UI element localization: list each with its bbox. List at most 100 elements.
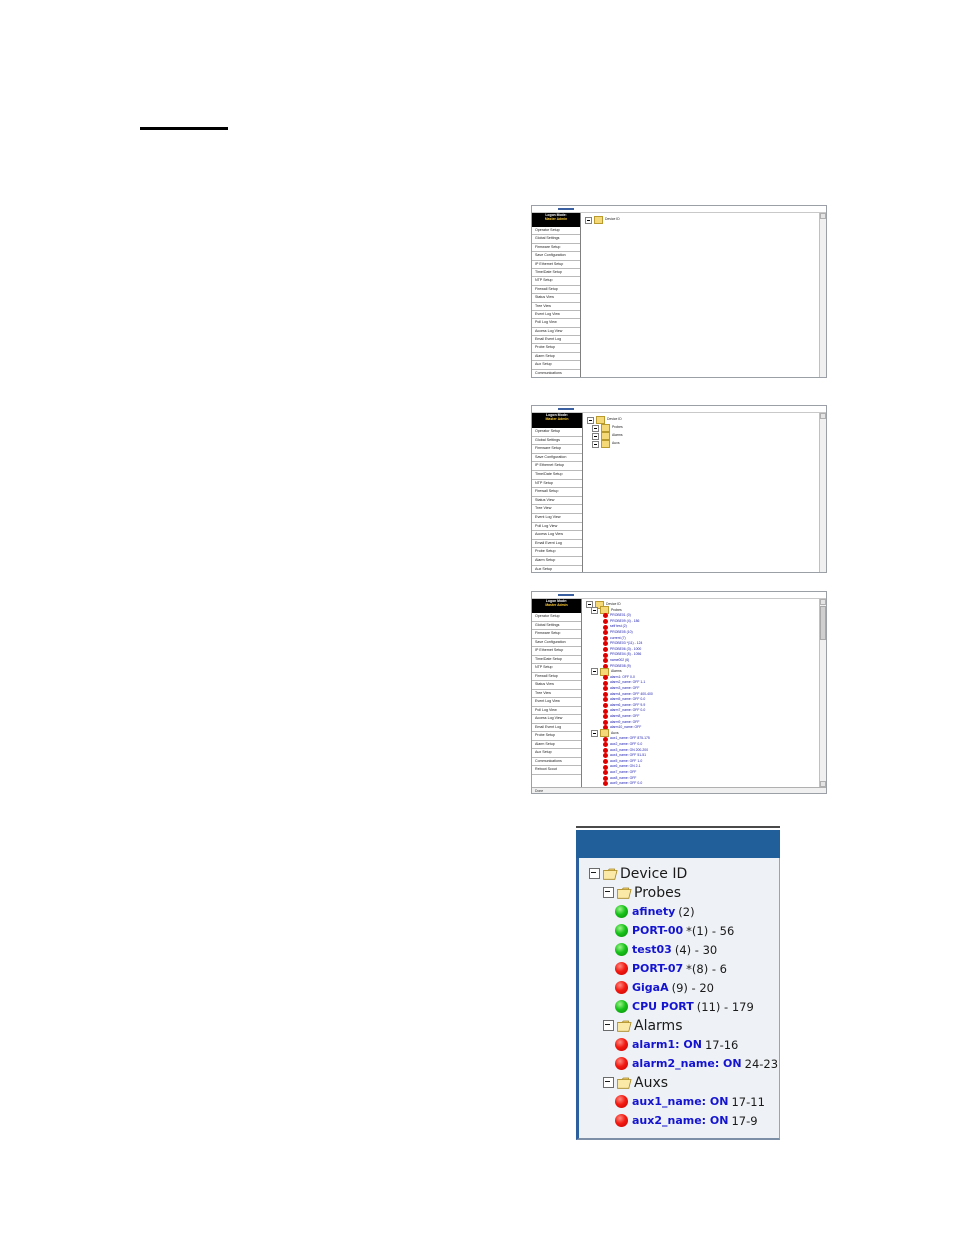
- sidebar-item-save-configuration[interactable]: Save Configuration: [532, 639, 581, 647]
- sidebar-item-firewall-setup[interactable]: Firewall Setup: [532, 673, 581, 681]
- scroll-up-arrow[interactable]: [820, 213, 826, 219]
- sidebar-item-alarm-setup[interactable]: Alarm Setup: [532, 741, 581, 749]
- sidebar-item-probe-setup[interactable]: Probe Setup: [532, 344, 580, 353]
- sidebar-item-time-date-setup[interactable]: Time/Date Setup: [532, 471, 582, 480]
- expand-collapse-icon[interactable]: [591, 668, 598, 676]
- sidebar-item-probe-setup[interactable]: Probe Setup: [532, 548, 582, 557]
- sidebar-item-status-view[interactable]: Status View: [532, 294, 580, 303]
- tree-node-name[interactable]: afinety: [632, 905, 675, 918]
- sidebar-item-time-date-setup[interactable]: Time/Date Setup: [532, 656, 581, 664]
- expand-collapse-icon[interactable]: [591, 606, 598, 614]
- tree-leaf-row[interactable]: GigaA (9) - 20: [583, 978, 775, 997]
- sidebar-item-ntp-setup[interactable]: NTP Setup: [532, 480, 582, 489]
- tree-node-name[interactable]: alarm1: ON: [632, 1038, 702, 1051]
- tree-leaf-row[interactable]: PORT-07 *(8) - 6: [583, 959, 775, 978]
- expand-collapse-icon[interactable]: [591, 729, 598, 737]
- sidebar-item-firmware-setup[interactable]: Firmware Setup: [532, 445, 582, 454]
- sidebar-item-save-configuration[interactable]: Save Configuration: [532, 454, 582, 463]
- sidebar-item-operator-setup[interactable]: Operator Setup: [532, 428, 582, 437]
- sidebar-item-operator-setup[interactable]: Operator Setup: [532, 613, 581, 622]
- sidebar-item-email-event-log[interactable]: Email Event Log: [532, 336, 580, 345]
- sidebar-item-aux-setup[interactable]: Aux Setup: [532, 749, 581, 758]
- sidebar-item-ip-ethernet-setup[interactable]: IP Ethernet Setup: [532, 647, 581, 656]
- tree-node-name[interactable]: CPU PORT: [632, 1000, 694, 1013]
- tree-node-name[interactable]: aux2_name: ON: [632, 1114, 728, 1127]
- sidebar-item-event-log-view[interactable]: Event Log View: [532, 514, 582, 523]
- sidebar-item-ip-ethernet-setup[interactable]: IP Ethernet Setup: [532, 462, 582, 471]
- sidebar-item-communications[interactable]: Communications: [532, 370, 580, 377]
- tree-node-name[interactable]: test03: [632, 943, 672, 956]
- collapse-minus-icon[interactable]: [603, 1020, 614, 1031]
- sidebar-item-access-log-view[interactable]: Access Log View: [532, 531, 582, 540]
- vertical-scrollbar[interactable]: [819, 599, 826, 787]
- scrollbar-thumb[interactable]: [820, 606, 826, 640]
- tree-node-name[interactable]: GigaA: [632, 981, 669, 994]
- sidebar-item-tree-view[interactable]: Tree View: [532, 303, 580, 311]
- tree-leaf-row[interactable]: alarm1: ON 17-16: [583, 1035, 775, 1054]
- expand-collapse-icon[interactable]: [587, 416, 594, 424]
- sidebar-item-poll-log-view[interactable]: Poll Log View: [532, 319, 580, 328]
- sidebar-item-tree-view[interactable]: Tree View: [532, 690, 581, 698]
- expand-collapse-icon[interactable]: [592, 424, 599, 432]
- tree-folder-row[interactable]: Device ID: [583, 864, 775, 883]
- tree-folder-row[interactable]: Auxs: [587, 440, 826, 448]
- tree-node-name[interactable]: aux1_name: ON: [632, 1095, 728, 1108]
- collapse-minus-icon[interactable]: [589, 868, 600, 879]
- scroll-down-arrow[interactable]: [820, 780, 826, 787]
- sidebar-item-access-log-view[interactable]: Access Log View: [532, 328, 580, 337]
- tree-leaf-row[interactable]: test03 (4) - 30: [583, 940, 775, 959]
- sidebar-item-ntp-setup[interactable]: NTP Setup: [532, 277, 580, 286]
- sidebar-item-firmware-setup[interactable]: Firmware Setup: [532, 244, 580, 253]
- sidebar-item-time-date-setup[interactable]: Time/Date Setup: [532, 269, 580, 278]
- expand-collapse-icon[interactable]: [585, 216, 592, 224]
- tree-leaf-row[interactable]: aux9_name: OFF 0-0: [586, 781, 826, 787]
- tree-node-name[interactable]: alarm2_name: ON: [632, 1057, 742, 1070]
- sidebar-item-save-configuration[interactable]: Save Configuration: [532, 252, 580, 261]
- tree-leaf-row[interactable]: PORT-00 *(1) - 56: [583, 921, 775, 940]
- tree-leaf-row[interactable]: aux1_name: ON 17-11: [583, 1092, 775, 1111]
- scroll-up-arrow[interactable]: [820, 599, 826, 605]
- tree-folder-row[interactable]: Auxs: [583, 1073, 775, 1092]
- tree-folder-row[interactable]: Probes: [587, 424, 826, 432]
- sidebar-item-email-event-log[interactable]: Email Event Log: [532, 724, 581, 732]
- collapse-minus-icon[interactable]: [603, 887, 614, 898]
- sidebar-item-global-settings[interactable]: Global Settings: [532, 437, 582, 446]
- tree-folder-row[interactable]: Probes: [583, 883, 775, 902]
- sidebar-item-alarm-setup[interactable]: Alarm Setup: [532, 353, 580, 362]
- tree-leaf-row[interactable]: aux2_name: ON 17-9: [583, 1111, 775, 1130]
- sidebar-item-firewall-setup[interactable]: Firewall Setup: [532, 488, 582, 497]
- tree-folder-row[interactable]: Alarms: [583, 1016, 775, 1035]
- sidebar-item-ntp-setup[interactable]: NTP Setup: [532, 664, 581, 673]
- tree-node-name[interactable]: PORT-00: [632, 924, 683, 937]
- collapse-minus-icon[interactable]: [603, 1077, 614, 1088]
- sidebar-item-global-settings[interactable]: Global Settings: [532, 235, 580, 244]
- sidebar-item-email-event-log[interactable]: Email Event Log: [532, 540, 582, 549]
- sidebar-item-operator-setup[interactable]: Operator Setup: [532, 227, 580, 236]
- tree-folder-row[interactable]: Device ID: [585, 216, 826, 224]
- expand-collapse-icon[interactable]: [592, 432, 599, 440]
- expand-collapse-icon[interactable]: [592, 440, 599, 448]
- sidebar-item-aux-setup[interactable]: Aux Setup: [532, 361, 580, 370]
- vertical-scrollbar[interactable]: [819, 213, 826, 377]
- sidebar-item-alarm-setup[interactable]: Alarm Setup: [532, 557, 582, 566]
- vertical-scrollbar[interactable]: [819, 413, 826, 572]
- sidebar-item-event-log-view[interactable]: Event Log View: [532, 698, 581, 707]
- sidebar-item-tree-view[interactable]: Tree View: [532, 505, 582, 514]
- tree-leaf-row[interactable]: afinety (2): [583, 902, 775, 921]
- sidebar-item-poll-log-view[interactable]: Poll Log View: [532, 523, 582, 532]
- sidebar-item-status-view[interactable]: Status View: [532, 497, 582, 506]
- sidebar-item-firmware-setup[interactable]: Firmware Setup: [532, 630, 581, 639]
- sidebar-item-global-settings[interactable]: Global Settings: [532, 622, 581, 630]
- sidebar-item-firewall-setup[interactable]: Firewall Setup: [532, 286, 580, 295]
- sidebar-item-reboot-scout[interactable]: Reboot Scout: [532, 766, 581, 775]
- scroll-up-arrow[interactable]: [820, 413, 826, 419]
- tree-folder-row[interactable]: Alarms: [587, 432, 826, 440]
- sidebar-item-event-log-view[interactable]: Event Log View: [532, 311, 580, 320]
- tree-folder-row[interactable]: Device ID: [587, 416, 826, 424]
- sidebar-item-ip-ethernet-setup[interactable]: IP Ethernet Setup: [532, 261, 580, 269]
- sidebar-item-status-view[interactable]: Status View: [532, 681, 581, 690]
- sidebar-item-access-log-view[interactable]: Access Log View: [532, 715, 581, 724]
- sidebar-item-aux-setup[interactable]: Aux Setup: [532, 566, 582, 573]
- sidebar-item-probe-setup[interactable]: Probe Setup: [532, 732, 581, 741]
- tree-leaf-row[interactable]: alarm2_name: ON 24-23: [583, 1054, 778, 1073]
